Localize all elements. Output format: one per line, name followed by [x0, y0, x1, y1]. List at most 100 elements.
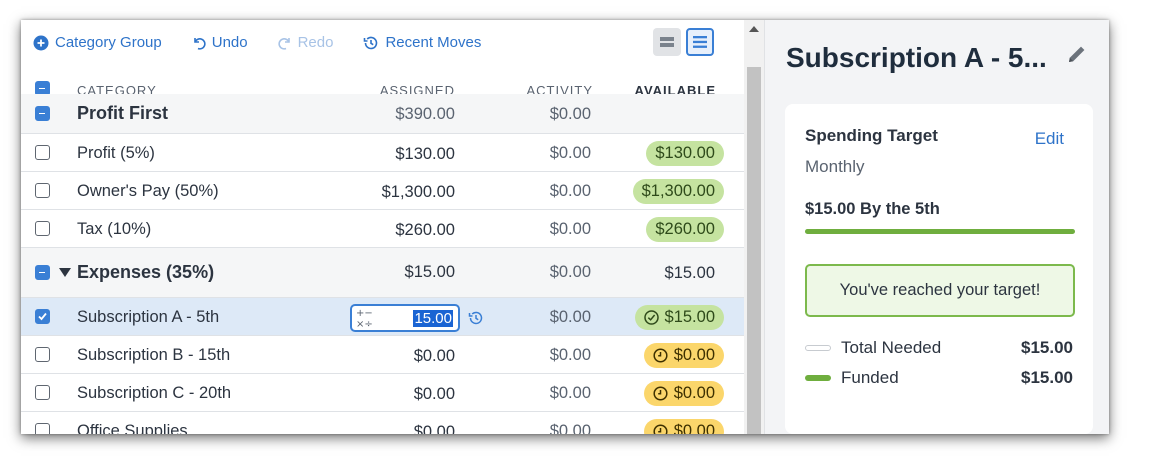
- add-category-group-button[interactable]: Category Group: [33, 34, 162, 51]
- available-amount: $0.00: [673, 422, 715, 434]
- undo-label: Undo: [211, 34, 248, 51]
- list-rows-icon: [693, 36, 707, 48]
- funded-row: Funded $15.00: [805, 368, 1075, 390]
- total-needed-row: Total Needed $15.00: [805, 338, 1075, 360]
- available-badge[interactable]: $1,300.00: [632, 179, 724, 204]
- available-amount: $15.00: [664, 308, 715, 326]
- edit-target-link[interactable]: Edit: [1035, 129, 1064, 149]
- assigned-value[interactable]: $390.00: [395, 105, 455, 124]
- group-assigned-value: $15.00: [404, 263, 455, 281]
- assigned-value[interactable]: $260.00: [395, 221, 455, 240]
- undo-icon: [193, 37, 206, 50]
- category-name: Subscription A - 5th: [77, 308, 220, 326]
- category-inspector: Subscription A - 5... Spending Target Ed…: [764, 20, 1109, 434]
- table-row[interactable]: Tax (10%) $260.00 $0.00 $260.00: [21, 210, 744, 248]
- redo-button[interactable]: Redo: [277, 34, 334, 51]
- assigned-value[interactable]: $0.00: [414, 385, 455, 404]
- plus-circle-icon: [33, 35, 49, 50]
- check-circle-icon: [643, 310, 659, 325]
- assigned-value[interactable]: $1,300.00: [382, 183, 455, 202]
- row-checkbox[interactable]: [35, 145, 50, 160]
- undo-button[interactable]: Undo: [192, 34, 248, 51]
- available-badge[interactable]: $0.00: [643, 381, 724, 406]
- assigned-value[interactable]: $0.00: [414, 423, 455, 434]
- available-amount: $0.00: [673, 384, 715, 402]
- funded-swatch: [805, 375, 831, 381]
- row-checkbox[interactable]: [35, 385, 50, 400]
- available-badge[interactable]: $15.00: [634, 305, 724, 330]
- funded-value: $15.00: [1021, 368, 1073, 387]
- compact-rows-icon: [660, 37, 674, 47]
- table-row[interactable]: Profit First $390.00 $0.00: [21, 94, 744, 134]
- target-frequency: Monthly: [805, 157, 865, 176]
- table-scrollbar[interactable]: [744, 20, 764, 434]
- category-name: Subscription B - 15th: [77, 346, 231, 364]
- assigned-amount-input[interactable]: +− ×÷ 15.00: [350, 304, 460, 332]
- budget-toolbar: Category Group Undo Redo Recent Moves: [21, 20, 744, 65]
- activity-value: $0.00: [549, 182, 591, 200]
- clock-icon: [653, 348, 668, 363]
- group-checkbox[interactable]: [35, 265, 50, 280]
- activity-value: $0.00: [549, 346, 591, 364]
- category-name: Owner's Pay (50%): [77, 182, 219, 200]
- recent-moves-label: Recent Moves: [385, 34, 482, 51]
- group-available-value: $15.00: [664, 264, 715, 282]
- clock-icon: [653, 386, 668, 401]
- table-row[interactable]: Office Supplies $0.00 $0.00 $0.00: [21, 412, 744, 434]
- clock-icon: [653, 424, 668, 434]
- category-name: Subscription C - 20th: [77, 384, 232, 402]
- total-needed-value: $15.00: [1021, 338, 1073, 357]
- category-group-row[interactable]: Expenses (35%) $15.00 $0.00 $15.00: [21, 248, 744, 298]
- activity-value: $0.00: [549, 105, 591, 123]
- funded-label: Funded: [841, 368, 899, 387]
- category-rows: Profit First $390.00 $0.00 Profit (5%) $…: [21, 94, 744, 434]
- category-name: Profit First: [77, 103, 169, 123]
- row-checkbox[interactable]: [35, 183, 50, 198]
- activity-value: $0.00: [549, 144, 591, 162]
- category-name: Office Supplies: [77, 422, 188, 434]
- row-checkbox[interactable]: [35, 106, 50, 121]
- row-density-toggle: [653, 28, 714, 56]
- row-checkbox[interactable]: [35, 347, 50, 362]
- row-checkbox[interactable]: [35, 221, 50, 236]
- table-row-selected[interactable]: Subscription A - 5th +− ×÷ 15.00 $0.00 $…: [21, 298, 744, 336]
- pencil-icon[interactable]: [1065, 42, 1089, 66]
- available-badge[interactable]: $0.00: [643, 419, 724, 434]
- table-row[interactable]: Profit (5%) $130.00 $0.00 $130.00: [21, 134, 744, 172]
- history-icon: [364, 36, 378, 49]
- group-activity-value: $0.00: [549, 263, 591, 281]
- activity-value: $0.00: [549, 308, 591, 326]
- activity-value: $0.00: [549, 422, 591, 434]
- available-badge[interactable]: $0.00: [643, 343, 724, 368]
- caret-down-icon[interactable]: [59, 268, 71, 278]
- available-badge[interactable]: $260.00: [646, 217, 724, 242]
- redo-label: Redo: [297, 34, 334, 51]
- target-description: $15.00 By the 5th: [805, 200, 940, 218]
- table-row[interactable]: Subscription C - 20th $0.00 $0.00 $0.00: [21, 374, 744, 412]
- category-name: Tax (10%): [77, 220, 152, 238]
- redo-icon: [277, 37, 290, 50]
- assigned-input-value: 15.00: [413, 310, 453, 327]
- row-checkbox[interactable]: [35, 309, 50, 324]
- history-icon[interactable]: [468, 310, 484, 326]
- assigned-value[interactable]: $0.00: [414, 347, 455, 366]
- row-checkbox[interactable]: [35, 423, 50, 434]
- budget-window: Category Group Undo Redo Recent Moves CA…: [21, 20, 1109, 434]
- available-badge[interactable]: $130.00: [646, 141, 724, 166]
- activity-value: $0.00: [549, 384, 591, 402]
- comfortable-view-button[interactable]: [686, 28, 714, 56]
- table-row[interactable]: Owner's Pay (50%) $1,300.00 $0.00 $1,300…: [21, 172, 744, 210]
- table-row[interactable]: Subscription B - 15th $0.00 $0.00 $0.00: [21, 336, 744, 374]
- calculator-icon: +− ×÷: [356, 308, 373, 330]
- target-reached-message: You've reached your target!: [805, 264, 1075, 317]
- target-label: Spending Target: [805, 126, 938, 145]
- target-card: Spending Target Edit Monthly $15.00 By t…: [785, 104, 1093, 434]
- scrollbar-thumb[interactable]: [747, 67, 761, 434]
- scroll-up-arrow-icon[interactable]: [749, 26, 759, 32]
- compact-view-button[interactable]: [653, 28, 681, 56]
- assigned-value[interactable]: $130.00: [395, 145, 455, 164]
- category-name: Profit (5%): [77, 144, 155, 162]
- checkmark-icon: [38, 312, 47, 321]
- recent-moves-button[interactable]: Recent Moves: [363, 34, 481, 51]
- available-amount: $0.00: [673, 346, 715, 364]
